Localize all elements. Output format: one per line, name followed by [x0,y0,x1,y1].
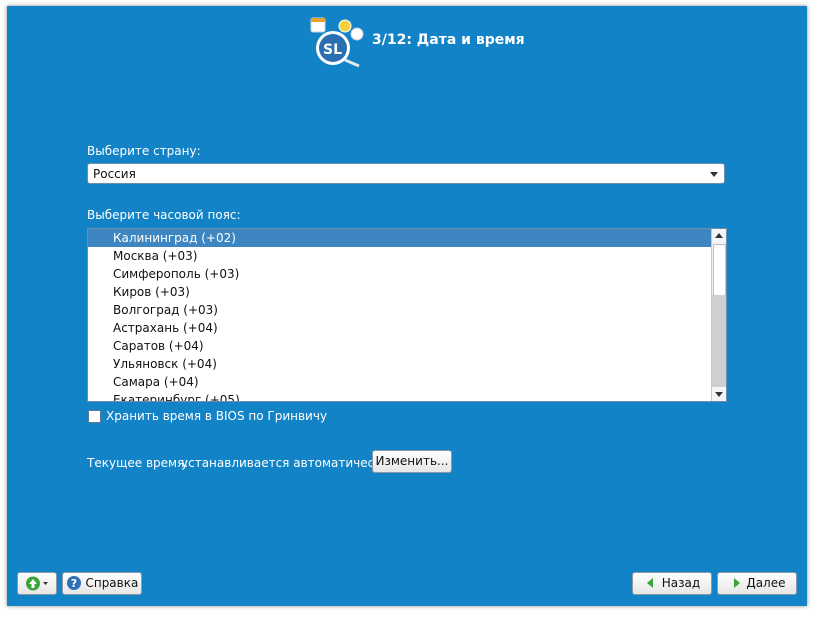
scroll-down-button[interactable] [712,387,726,401]
scroll-up-button[interactable] [712,229,726,243]
scroll-track[interactable] [712,295,726,387]
next-button[interactable]: Далее [717,572,797,595]
help-icon: ? [66,575,81,590]
svg-text:?: ? [70,577,76,590]
change-time-button[interactable]: Изменить... [372,450,452,473]
back-label: Назад [661,576,701,590]
timezone-scrollbar[interactable] [711,229,726,401]
timezone-item[interactable]: Екатеринбург (+05) [88,391,711,401]
help-button[interactable]: ? Справка [62,572,142,595]
current-time-label: Текущее время: [87,456,189,470]
next-arrow-icon [733,577,740,588]
dropdown-arrow-icon[interactable] [710,172,718,177]
installer-window: SL 3/12: Дата и время Выберите страну: Р… [7,6,807,606]
arrow-up-icon [715,233,723,238]
timezone-item[interactable]: Киров (+03) [88,283,711,301]
timezone-item[interactable]: Калининград (+02) [88,229,711,247]
arrow-down-icon [715,392,723,397]
timezone-item[interactable]: Волгоград (+03) [88,301,711,319]
timezone-item[interactable]: Саратов (+04) [88,337,711,355]
bios-utc-label[interactable]: Хранить время в BIOS по Гринвичу [106,409,327,423]
timezone-item[interactable]: Ульяновск (+04) [88,355,711,373]
logo-text: SL [323,42,343,58]
current-time-value: устанавливается автоматически [181,456,390,470]
menu-button[interactable] [17,572,57,595]
timezone-rows: Калининград (+02) Москва (+03) Симферополь… [88,229,711,401]
timezone-item[interactable]: Москва (+03) [88,247,711,265]
country-select[interactable]: Россия [87,163,725,184]
back-button[interactable]: Назад [632,572,712,595]
bios-utc-checkbox[interactable] [88,410,101,423]
change-time-label: Изменить... [375,454,449,468]
timezone-label: Выберите часовой пояс: [87,208,241,222]
help-label: Справка [85,576,139,590]
country-value: Россия [93,167,136,181]
next-label: Далее [746,576,786,590]
country-label: Выберите страну: [87,144,201,158]
timezone-item[interactable]: Самара (+04) [88,373,711,391]
green-up-arrow-icon [26,576,48,591]
scroll-thumb[interactable] [713,244,726,296]
timezone-list[interactable]: Калининград (+02) Москва (+03) Симферополь… [87,228,727,402]
timezone-item[interactable]: Астрахань (+04) [88,319,711,337]
header: SL 3/12: Дата и время [307,16,607,71]
back-arrow-icon [646,577,653,588]
timezone-item[interactable]: Симферополь (+03) [88,265,711,283]
page-title: 3/12: Дата и время [372,32,525,48]
